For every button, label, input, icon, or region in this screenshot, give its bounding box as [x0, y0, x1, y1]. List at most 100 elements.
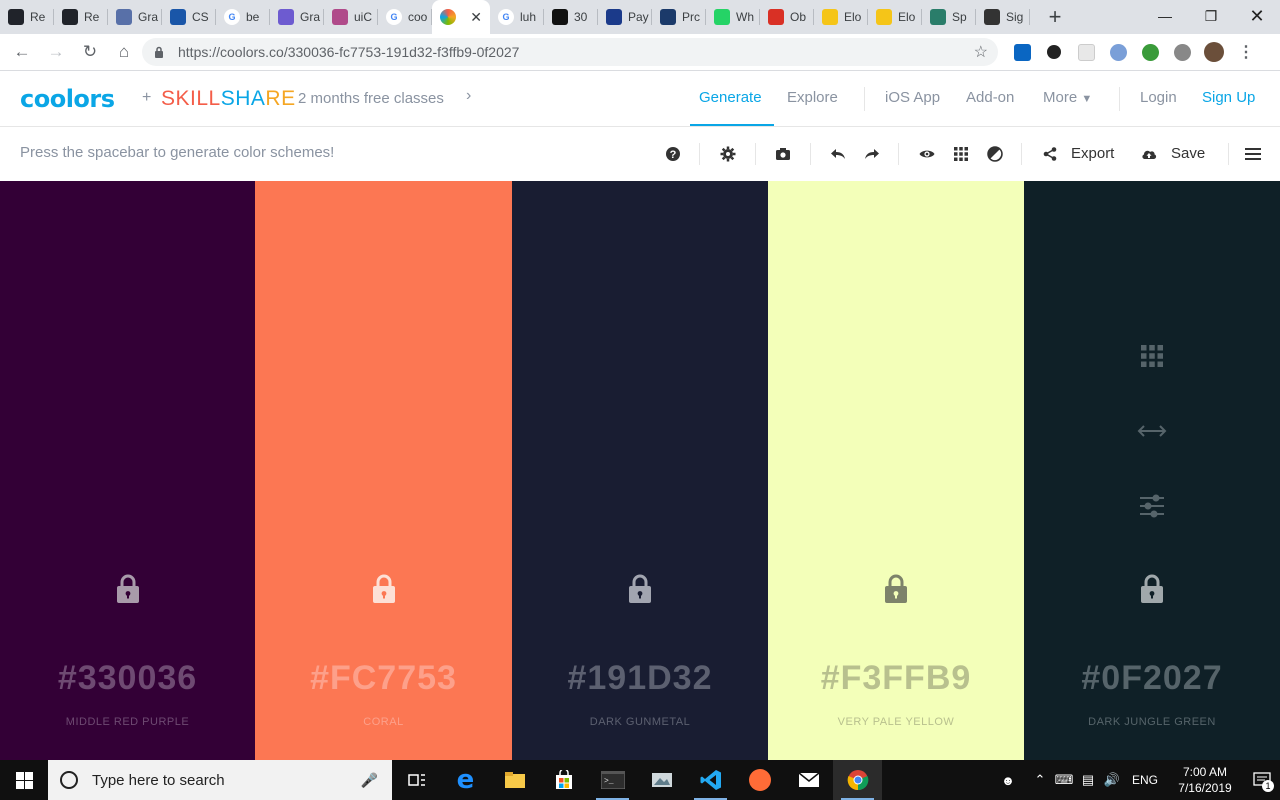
share-icon[interactable]	[1037, 141, 1063, 167]
extension-icon[interactable]	[1170, 40, 1194, 64]
browser-tab[interactable]: Re	[54, 0, 108, 34]
extension-icon[interactable]	[1042, 40, 1066, 64]
profile-avatar[interactable]	[1202, 40, 1226, 64]
browser-tab[interactable]: Elo	[814, 0, 868, 34]
terminal-icon[interactable]: >_	[588, 760, 637, 800]
browser-tab-active[interactable]: ✕	[432, 0, 490, 34]
new-tab-button[interactable]: +	[1040, 0, 1070, 34]
color-hex-code[interactable]: #F3FFB9	[768, 659, 1024, 698]
browser-tab[interactable]: Gra	[270, 0, 324, 34]
file-explorer-icon[interactable]	[490, 760, 539, 800]
cloud-upload-icon[interactable]	[1136, 141, 1162, 167]
drag-horizontal-icon[interactable]	[1137, 416, 1167, 446]
nav-ios-app[interactable]: iOS App	[885, 89, 940, 106]
color-hex-code[interactable]: #FC7753	[255, 659, 512, 698]
browser-tab[interactable]: Wh	[706, 0, 760, 34]
lock-icon[interactable]	[1139, 574, 1165, 604]
photos-icon[interactable]	[637, 760, 686, 800]
nav-add-on[interactable]: Add-on	[966, 89, 1014, 106]
bookmark-star-icon[interactable]: ☆	[974, 42, 988, 62]
microphone-icon[interactable]: 🎤	[361, 772, 378, 789]
mail-icon[interactable]	[784, 760, 833, 800]
chrome-menu-icon[interactable]: ⋮	[1234, 40, 1258, 64]
clock[interactable]: 7:00 AM 7/16/2019	[1166, 764, 1244, 796]
browser-tab[interactable]: Gbe	[216, 0, 270, 34]
browser-tab[interactable]: uiC	[324, 0, 378, 34]
coolors-logo[interactable]: coolors	[20, 85, 115, 113]
lock-icon[interactable]	[627, 574, 653, 604]
signup-link[interactable]: Sign Up	[1202, 89, 1255, 106]
undo-icon[interactable]	[825, 141, 851, 167]
vscode-icon[interactable]	[686, 760, 735, 800]
task-view-icon[interactable]	[392, 760, 441, 800]
promo-link[interactable]: 2 months free classes	[298, 90, 444, 107]
nav-generate[interactable]: Generate	[699, 89, 762, 106]
color-hex-code[interactable]: #191D32	[512, 659, 768, 698]
color-column[interactable]: #191D32 DARK GUNMETAL	[512, 181, 768, 760]
volume-icon[interactable]: 🔊	[1100, 772, 1124, 788]
browser-tab[interactable]: Re	[0, 0, 54, 34]
skillshare-logo[interactable]: SKILLSHARE	[161, 87, 296, 111]
browser-tab[interactable]: Gluh	[490, 0, 544, 34]
browser-tab[interactable]: Gcoo	[378, 0, 432, 34]
lock-icon[interactable]	[115, 574, 141, 604]
start-button[interactable]	[0, 760, 48, 800]
login-link[interactable]: Login	[1140, 89, 1177, 106]
browser-tab[interactable]: Elo	[868, 0, 922, 34]
lock-icon[interactable]	[883, 574, 909, 604]
color-column[interactable]: #330036 MIDDLE RED PURPLE	[0, 181, 255, 760]
store-icon[interactable]	[539, 760, 588, 800]
browser-tab[interactable]: Pay	[598, 0, 652, 34]
browser-tab[interactable]: Ob	[760, 0, 814, 34]
network-icon[interactable]: ▤	[1076, 772, 1100, 788]
extension-icon[interactable]	[1106, 40, 1130, 64]
extension-icon[interactable]	[1074, 40, 1098, 64]
restore-button[interactable]: ❐	[1188, 0, 1234, 32]
nav-more[interactable]: More ▼	[1043, 89, 1092, 106]
home-icon[interactable]: ⌂	[108, 36, 140, 68]
forward-button[interactable]: →	[40, 36, 72, 68]
chrome-icon[interactable]	[833, 760, 882, 800]
nav-explore[interactable]: Explore	[787, 89, 838, 106]
chevron-up-icon[interactable]: ⌃	[1028, 772, 1052, 788]
language-bar-icon[interactable]: ⌨	[1052, 772, 1076, 788]
extension-icon[interactable]	[1138, 40, 1162, 64]
postman-icon[interactable]	[735, 760, 784, 800]
browser-tab[interactable]: Gra	[108, 0, 162, 34]
hamburger-menu-icon[interactable]	[1240, 141, 1266, 167]
save-button[interactable]: Save	[1171, 145, 1205, 162]
help-icon[interactable]: ?	[660, 141, 686, 167]
browser-tab[interactable]: CS	[162, 0, 216, 34]
redo-icon[interactable]	[859, 141, 885, 167]
taskbar-search[interactable]: Type here to search 🎤	[48, 760, 392, 800]
browser-tab[interactable]: 30	[544, 0, 598, 34]
edge-browser-icon[interactable]: e	[441, 760, 490, 800]
lock-icon[interactable]	[371, 574, 397, 604]
language-indicator[interactable]: ENG	[1132, 773, 1158, 787]
grid-icon[interactable]	[948, 141, 974, 167]
browser-tab[interactable]: Sig	[976, 0, 1030, 34]
grid-icon[interactable]	[1137, 341, 1167, 371]
reload-button[interactable]: ↻	[74, 36, 106, 68]
color-column[interactable]: #F3FFB9 VERY PALE YELLOW	[768, 181, 1024, 760]
color-hex-code[interactable]: #330036	[0, 659, 255, 698]
close-tab-icon[interactable]: ✕	[470, 9, 482, 26]
color-hex-code[interactable]: #0F2027	[1024, 659, 1280, 698]
minimize-button[interactable]: —	[1142, 0, 1188, 32]
linkedin-extension-icon[interactable]	[1010, 40, 1034, 64]
contrast-icon[interactable]	[982, 141, 1008, 167]
close-window-button[interactable]: ✕	[1234, 0, 1280, 32]
browser-tab[interactable]: Sp	[922, 0, 976, 34]
color-column[interactable]: #FC7753 CORAL	[255, 181, 512, 760]
export-button[interactable]: Export	[1071, 145, 1114, 162]
back-button[interactable]: ←	[6, 36, 38, 68]
sliders-icon[interactable]	[1137, 491, 1167, 521]
address-bar[interactable]: https://coolors.co/330036-fc7753-191d32-…	[142, 38, 998, 66]
color-column[interactable]: #0F2027 DARK JUNGLE GREEN	[1024, 181, 1280, 760]
camera-icon[interactable]	[770, 141, 796, 167]
people-icon[interactable]: ☻	[996, 773, 1020, 788]
action-center-icon[interactable]: 1	[1244, 760, 1280, 800]
gear-icon[interactable]	[715, 141, 741, 167]
browser-tab[interactable]: Prc	[652, 0, 706, 34]
eye-icon[interactable]	[914, 141, 940, 167]
